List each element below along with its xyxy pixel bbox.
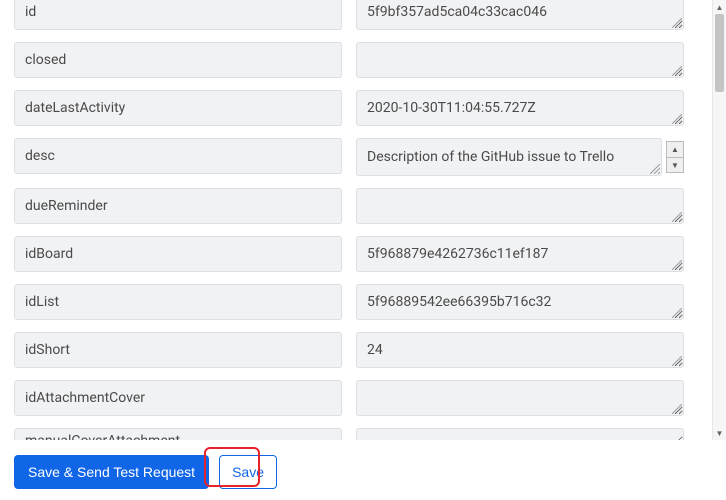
field-row: idBoard 5f968879e4262736c11ef187 (14, 236, 712, 272)
field-row: closed (14, 42, 712, 78)
value-input-desc[interactable]: Description of the GitHub issue to Trell… (356, 138, 662, 176)
field-row: idAttachmentCover (14, 380, 712, 416)
resize-handle[interactable] (672, 356, 682, 366)
field-row: manualCoverAttachment (14, 428, 712, 440)
field-row: desc Description of the GitHub issue to … (14, 138, 712, 176)
value-stepper: ▲ ▼ (666, 141, 684, 173)
key-input-id[interactable]: id (14, 0, 342, 30)
value-input-idshort[interactable]: 24 (356, 332, 684, 368)
stepper-down-button[interactable]: ▼ (666, 157, 684, 173)
field-row: id 5f9bf357ad5ca04c33cac046 (14, 0, 712, 30)
key-input-duereminder[interactable]: dueReminder (14, 188, 342, 224)
resize-handle[interactable] (672, 404, 682, 414)
scroll-down-button[interactable]: ▼ (713, 426, 726, 440)
resize-handle[interactable] (672, 114, 682, 124)
key-input-idboard[interactable]: idBoard (14, 236, 342, 272)
field-row: dueReminder (14, 188, 712, 224)
scroll-thumb[interactable] (715, 14, 724, 92)
resize-handle[interactable] (650, 164, 660, 174)
key-input-idattachmentcover[interactable]: idAttachmentCover (14, 380, 342, 416)
resize-handle[interactable] (672, 18, 682, 28)
key-input-idlist[interactable]: idList (14, 284, 342, 320)
form-scroll-region[interactable]: id 5f9bf357ad5ca04c33cac046 closed dateL… (0, 0, 712, 440)
resize-handle[interactable] (672, 212, 682, 222)
save-send-test-request-button[interactable]: Save & Send Test Request (14, 455, 209, 489)
resize-handle[interactable] (672, 308, 682, 318)
stepper-up-button[interactable]: ▲ (666, 141, 684, 157)
vertical-scrollbar[interactable]: ▲ ▼ (712, 0, 726, 440)
value-input-manualcoverattachment[interactable] (356, 428, 684, 440)
value-input-idlist[interactable]: 5f96889542ee66395b716c32 (356, 284, 684, 320)
value-input-idboard[interactable]: 5f968879e4262736c11ef187 (356, 236, 684, 272)
value-input-datelastactivity[interactable]: 2020-10-30T11:04:55.727Z (356, 90, 684, 126)
key-input-desc[interactable]: desc (14, 138, 342, 174)
field-row: idShort 24 (14, 332, 712, 368)
scroll-up-button[interactable]: ▲ (713, 0, 726, 14)
key-input-closed[interactable]: closed (14, 42, 342, 78)
footer-bar: Save & Send Test Request Save (0, 442, 712, 500)
key-input-datelastactivity[interactable]: dateLastActivity (14, 90, 342, 126)
resize-handle[interactable] (672, 260, 682, 270)
key-input-manualcoverattachment[interactable]: manualCoverAttachment (14, 428, 342, 440)
value-input-id[interactable]: 5f9bf357ad5ca04c33cac046 (356, 0, 684, 30)
save-button[interactable]: Save (219, 455, 277, 489)
key-input-idshort[interactable]: idShort (14, 332, 342, 368)
value-input-closed[interactable] (356, 42, 684, 78)
resize-handle[interactable] (672, 66, 682, 76)
field-row: idList 5f96889542ee66395b716c32 (14, 284, 712, 320)
value-input-duereminder[interactable] (356, 188, 684, 224)
field-row: dateLastActivity 2020-10-30T11:04:55.727… (14, 90, 712, 126)
value-input-idattachmentcover[interactable] (356, 380, 684, 416)
